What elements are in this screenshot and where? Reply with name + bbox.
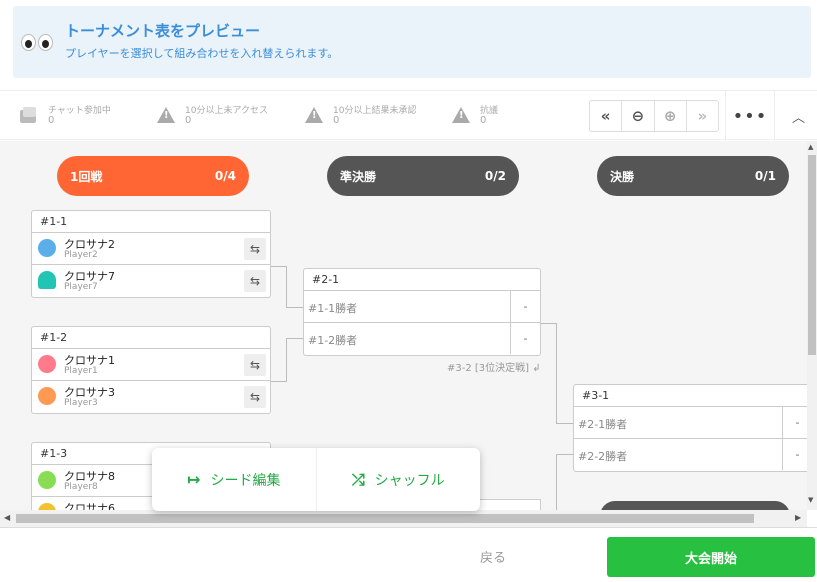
player-slot[interactable]: クロサナ3 Player3 ⇆ bbox=[32, 381, 270, 413]
stat-value: 0 bbox=[480, 115, 487, 126]
swap-icon[interactable]: ⇆ bbox=[244, 270, 266, 292]
stat-value: 0 bbox=[333, 115, 340, 126]
player-slot[interactable]: クロサナ1 Player1 ⇆ bbox=[32, 349, 270, 381]
match-id: #2-1 bbox=[304, 269, 540, 291]
match-3-1: #3-1 #2-1勝者 - #2-2勝者 - bbox=[573, 384, 807, 472]
round-header-2: 準決勝 0/2 bbox=[327, 156, 519, 196]
stat-label: 10分以上結果未承認 bbox=[333, 106, 417, 116]
avatar bbox=[38, 503, 56, 510]
stat-label: 10分以上未アクセス bbox=[185, 106, 269, 116]
avatar bbox=[38, 387, 56, 405]
round-name: 準決勝 bbox=[340, 169, 377, 184]
player-id: Player3 bbox=[64, 398, 98, 408]
tournament-preview: トーナメント表をプレビュー プレイヤーを選択して組み合わせを入れ替えられます。 … bbox=[0, 0, 817, 582]
scroll-thumb[interactable] bbox=[16, 514, 754, 523]
player-id: Player1 bbox=[64, 366, 98, 376]
more-menu-button[interactable]: ••• bbox=[725, 91, 775, 141]
last-round-button[interactable]: » bbox=[687, 101, 718, 131]
shuffle-label: シャッフル bbox=[374, 472, 445, 489]
collapse-button[interactable]: ︿ bbox=[780, 91, 817, 141]
seed-edit-icon: ↦ bbox=[187, 470, 201, 489]
banner-subtitle: プレイヤーを選択して組み合わせを入れ替えられます。 bbox=[65, 47, 339, 60]
player-slot[interactable]: クロサナ2 Player2 ⇆ bbox=[32, 233, 270, 265]
zoom-controls: « ⊖ ⊕ » bbox=[589, 100, 719, 132]
score-cell: - bbox=[782, 407, 807, 438]
vertical-scrollbar[interactable]: ▲ ▼ bbox=[807, 141, 817, 510]
avatar bbox=[38, 471, 56, 489]
match-1-1: #1-1 クロサナ2 Player2 ⇆ クロサナ7 Player7 ⇆ bbox=[31, 210, 271, 298]
third-place-link[interactable]: #3-2 [3位決定戦] ↲ bbox=[447, 359, 541, 374]
round-header-3: 決勝 0/1 bbox=[597, 156, 789, 196]
score-cell: - bbox=[510, 291, 540, 322]
preview-banner: トーナメント表をプレビュー プレイヤーを選択して組み合わせを入れ替えられます。 bbox=[13, 6, 811, 78]
stats-bar: チャット参加中 0 10分以上未アクセス 0 10分以上結果未承認 0 抗議 0… bbox=[0, 90, 817, 141]
chat-icon bbox=[20, 107, 38, 123]
scroll-thumb[interactable] bbox=[808, 155, 816, 355]
player-name: クロサナ6 bbox=[64, 502, 115, 510]
scroll-right-icon[interactable]: ▶ bbox=[795, 513, 801, 522]
swap-icon[interactable]: ⇆ bbox=[244, 386, 266, 408]
footer: 戻る 大会開始 bbox=[0, 527, 817, 582]
horizontal-scrollbar[interactable]: ◀ ▶ bbox=[0, 510, 807, 527]
round-count: 0/4 bbox=[214, 169, 236, 183]
zoom-out-button[interactable]: ⊖ bbox=[622, 101, 655, 131]
stat-value: 0 bbox=[48, 115, 55, 126]
player-id: Player8 bbox=[64, 482, 98, 492]
scroll-down-icon[interactable]: ▼ bbox=[808, 496, 813, 504]
round-header-next bbox=[600, 501, 790, 510]
avatar bbox=[38, 271, 56, 289]
winner-placeholder: #2-1勝者 bbox=[578, 418, 628, 431]
match-2-1: #2-1 #1-1勝者 - #1-2勝者 - bbox=[303, 268, 541, 356]
score-cell: - bbox=[782, 439, 807, 470]
scroll-left-icon[interactable]: ◀ bbox=[4, 513, 10, 522]
shuffle-icon: ⤮ bbox=[351, 469, 365, 489]
round-count: 0/2 bbox=[484, 169, 506, 183]
winner-slot: #1-1勝者 - bbox=[304, 291, 540, 323]
player-slot[interactable]: クロサナ7 Player7 ⇆ bbox=[32, 265, 270, 297]
stat-label: チャット参加中 bbox=[48, 106, 111, 116]
match-1-2: #1-2 クロサナ1 Player1 ⇆ クロサナ3 Player3 ⇆ bbox=[31, 326, 271, 414]
round-count: 0/1 bbox=[754, 169, 776, 183]
action-popup: ↦ シード編集 ⤮ シャッフル bbox=[152, 448, 480, 511]
match-id: #1-1 bbox=[32, 211, 270, 233]
eyes-icon bbox=[21, 34, 53, 51]
zoom-in-button[interactable]: ⊕ bbox=[655, 101, 687, 131]
back-button[interactable]: 戻る bbox=[480, 547, 506, 566]
seed-edit-label: シード編集 bbox=[210, 472, 281, 489]
start-tournament-button[interactable]: 大会開始 bbox=[607, 537, 815, 577]
score-cell: - bbox=[510, 323, 540, 354]
winner-placeholder: #2-2勝者 bbox=[578, 450, 628, 463]
round-header-1: 1回戦 0/4 bbox=[57, 156, 249, 196]
swap-icon[interactable]: ⇆ bbox=[244, 238, 266, 260]
shuffle-button[interactable]: ⤮ シャッフル bbox=[317, 448, 481, 511]
first-round-button[interactable]: « bbox=[590, 101, 623, 131]
player-id: Player7 bbox=[64, 282, 98, 292]
scroll-up-icon[interactable]: ▲ bbox=[808, 143, 813, 151]
winner-placeholder: #1-2勝者 bbox=[308, 334, 358, 347]
warning-icon bbox=[452, 107, 470, 123]
warning-icon bbox=[305, 107, 323, 123]
banner-title: トーナメント表をプレビュー bbox=[65, 22, 261, 40]
match-id: #1-2 bbox=[32, 327, 270, 349]
match-id: #3-1 bbox=[574, 385, 807, 407]
player-id: Player2 bbox=[64, 250, 98, 260]
stat-value: 0 bbox=[185, 115, 192, 126]
warning-icon bbox=[157, 107, 175, 123]
avatar bbox=[38, 239, 56, 257]
seed-edit-button[interactable]: ↦ シード編集 bbox=[152, 448, 317, 511]
winner-slot: #2-2勝者 - bbox=[574, 439, 807, 471]
avatar bbox=[38, 355, 56, 373]
winner-placeholder: #1-1勝者 bbox=[308, 302, 358, 315]
round-name: 決勝 bbox=[610, 169, 635, 184]
swap-icon[interactable]: ⇆ bbox=[244, 354, 266, 376]
round-name: 1回戦 bbox=[70, 169, 103, 184]
winner-slot: #1-2勝者 - bbox=[304, 323, 540, 355]
winner-slot: #2-1勝者 - bbox=[574, 407, 807, 439]
